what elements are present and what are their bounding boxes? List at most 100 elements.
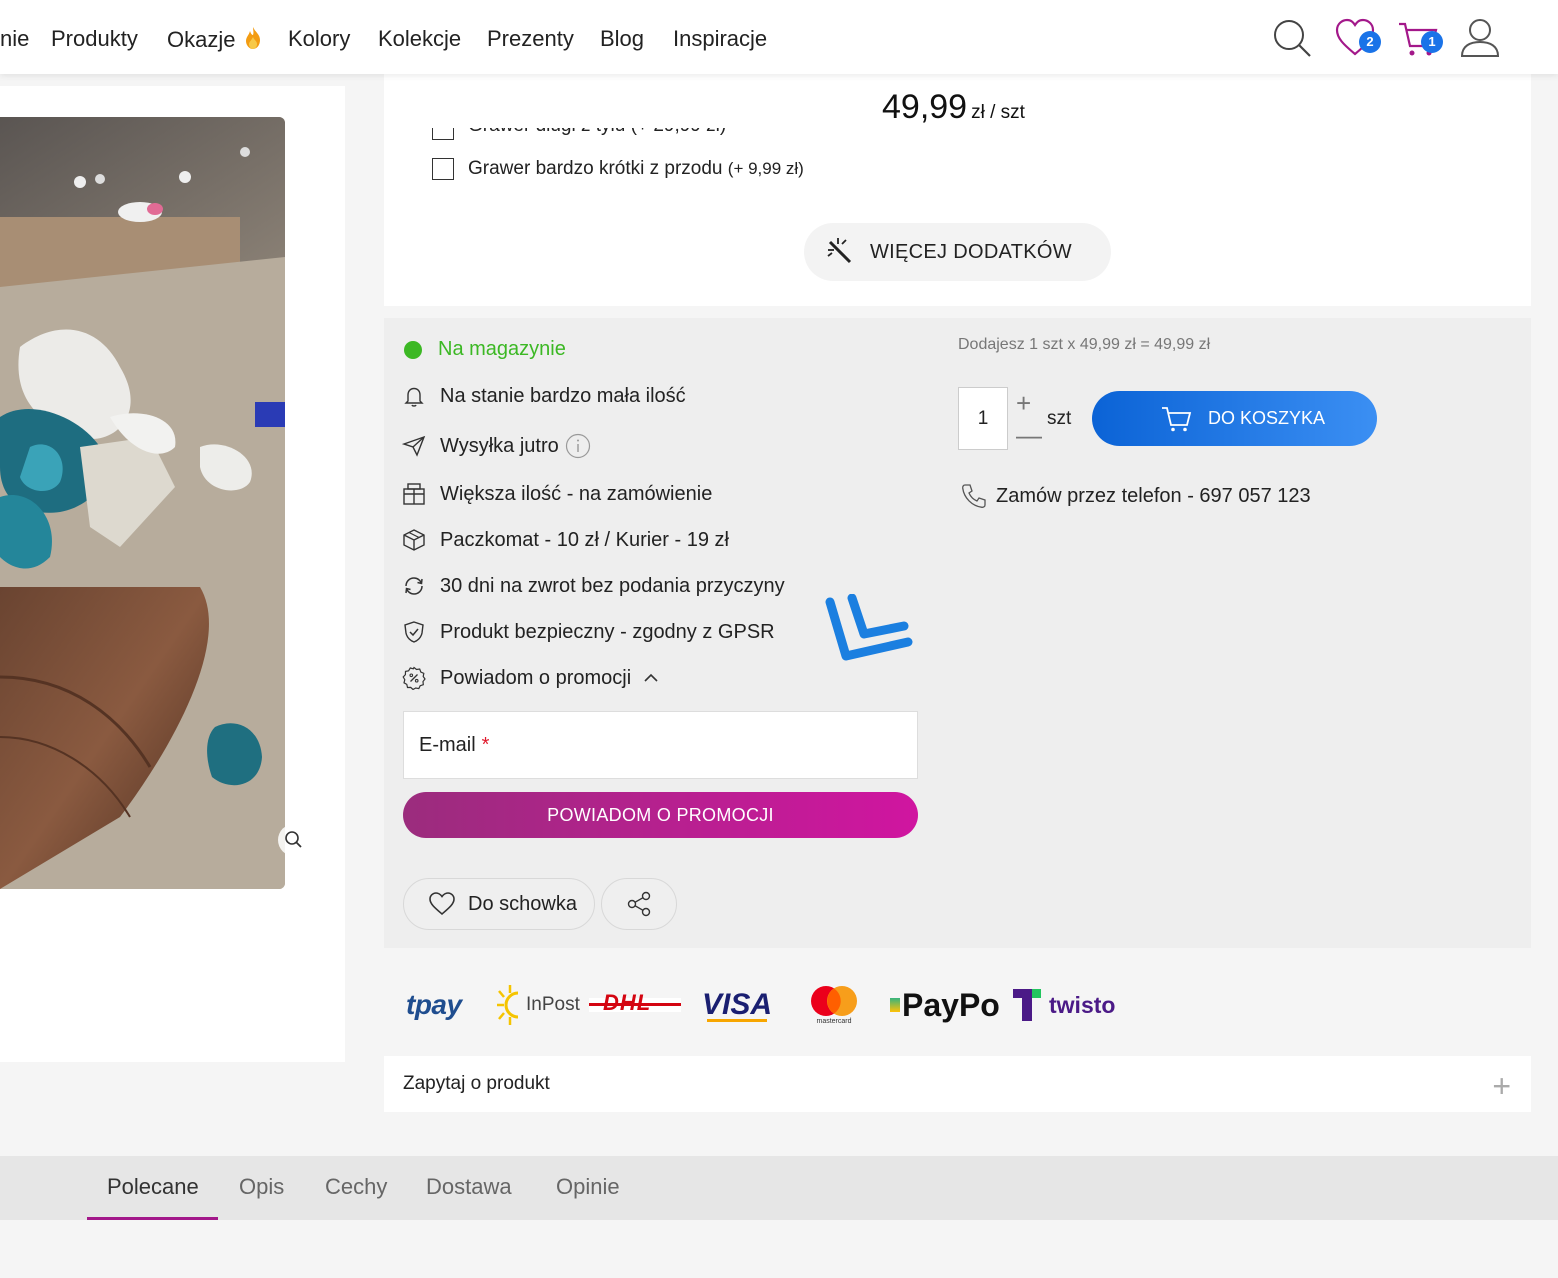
feature-returns: 30 dni na zwrot bez podania przyczyny <box>402 574 785 598</box>
stock-dot-icon <box>404 340 422 359</box>
inpost-sun-icon <box>497 985 519 1025</box>
nav-link-blog[interactable]: Blog <box>600 26 644 52</box>
visa-logo: VISA <box>702 970 772 1040</box>
quantity-unit: szt <box>1047 408 1072 429</box>
tab-opis[interactable]: Opis <box>239 1174 284 1200</box>
nav-link-produkty[interactable]: Produkty <box>51 26 138 52</box>
tab-cechy[interactable]: Cechy <box>325 1174 387 1200</box>
add-to-cart-button[interactable]: DO KOSZYKA <box>1092 391 1377 446</box>
nav-link-prezenty[interactable]: Prezenty <box>487 26 574 52</box>
ask-about-product-label: Zapytaj o produkt <box>403 1073 550 1094</box>
nav-link-okazje[interactable]: Okazje <box>167 26 264 53</box>
price-value: 49,99 <box>882 88 968 126</box>
addon-option-partial-label: Grawer długi z tyłu (+ 29,99 zł) <box>468 128 726 136</box>
feature-shipping: Wysyłka jutro <box>401 433 591 459</box>
active-tab-indicator <box>87 1217 218 1220</box>
paypo-text: PayPo <box>902 986 1000 1023</box>
twisto-t-icon <box>1013 989 1041 1021</box>
visa-stripe <box>707 1019 768 1022</box>
feature-label: Powiadom o promocji <box>440 666 632 689</box>
package-icon <box>402 528 426 552</box>
paypo-logo: PayPo <box>890 970 1000 1040</box>
wishlist-count-badge: 2 <box>1359 31 1381 53</box>
wishlist-button-label: Do schowka <box>468 892 577 915</box>
add-to-cart-label: DO KOSZYKA <box>1208 408 1326 428</box>
feature-label: Większa ilość - na zamówienie <box>440 482 713 505</box>
visa-text: VISA <box>702 988 773 1021</box>
magic-wand-icon <box>827 238 852 264</box>
add-to-wishlist-button[interactable]: Do schowka <box>403 878 595 930</box>
nav-link-kolekcje[interactable]: Kolekcje <box>378 26 461 52</box>
expand-plus-icon[interactable]: + <box>1492 1068 1511 1105</box>
feature-bulk-order: Większa ilość - na zamówienie <box>402 482 712 506</box>
wishlist-icon[interactable]: 2 <box>1333 16 1381 60</box>
search-icon[interactable] <box>1270 16 1314 60</box>
product-tabs: Polecane Opis Cechy Dostawa Opinie <box>0 1156 1558 1220</box>
product-options-card: 49,99zł / szt Grawer długi z tyłu (+ 29,… <box>384 74 1531 306</box>
cart-icon <box>1162 406 1192 431</box>
dhl-text: DHL <box>603 990 652 1015</box>
refresh-icon <box>402 574 426 598</box>
notify-promotion-toggle[interactable]: Powiadom o promocji <box>402 666 659 691</box>
tab-dostawa[interactable]: Dostawa <box>426 1174 512 1200</box>
quantity-input[interactable]: 1 <box>958 387 1008 450</box>
feature-label: 30 dni na zwrot bez podania przyczyny <box>440 574 785 597</box>
addon-checkbox[interactable] <box>432 158 454 180</box>
phone-order-label: Zamów przez telefon - 697 057 123 <box>996 484 1311 507</box>
mastercard-logo: mastercard <box>809 970 859 1040</box>
addon-option-label: Grawer bardzo krótki z przodu <box>468 158 723 180</box>
arrow-pointer-icon <box>825 594 913 661</box>
stock-label: Na magazynie <box>438 338 566 360</box>
tab-polecane[interactable]: Polecane <box>107 1174 199 1200</box>
info-icon[interactable] <box>565 433 591 459</box>
addon-option-price: (+ 9,99 zł) <box>727 159 804 179</box>
feature-low-stock: Na stanie bardzo mała ilość <box>402 384 686 408</box>
nav-link-home[interactable]: nie <box>0 26 29 52</box>
tab-opinie[interactable]: Opinie <box>556 1174 620 1200</box>
share-button[interactable] <box>601 878 677 930</box>
twisto-text: twisto <box>1049 991 1116 1018</box>
nav-link-kolory[interactable]: Kolory <box>288 26 350 52</box>
dhl-logo: DHL <box>589 970 681 1040</box>
required-marker: * <box>481 733 490 756</box>
cart-count-badge: 1 <box>1421 31 1443 53</box>
addon-option-short-engraving[interactable]: Grawer bardzo krótki z przodu (+ 9,99 zł… <box>432 158 804 180</box>
quantity-decrease-button[interactable]: — <box>1016 420 1042 451</box>
nav-link-inspiracje[interactable]: Inspiracje <box>673 26 767 52</box>
quantity-increase-button[interactable]: + <box>1016 388 1031 419</box>
more-addons-label: WIĘCEJ DODATKÓW <box>870 240 1072 263</box>
more-addons-button[interactable]: WIĘCEJ DODATKÓW <box>804 223 1111 281</box>
feature-label: Paczkomat - 10 zł / Kurier - 19 zł <box>440 528 729 551</box>
phone-order[interactable]: Zamów przez telefon - 697 057 123 <box>960 482 1311 510</box>
share-icon <box>627 891 651 917</box>
ask-about-product-accordion[interactable]: Zapytaj o produkt + <box>384 1056 1531 1112</box>
email-label: E-mail <box>419 733 476 756</box>
feature-delivery-cost: Paczkomat - 10 zł / Kurier - 19 zł <box>402 528 729 552</box>
cart-icon[interactable]: 1 <box>1396 16 1443 60</box>
mastercard-text: mastercard <box>816 1018 852 1025</box>
feature-label: Produkt bezpieczny - zgodny z GPSR <box>440 620 775 643</box>
inpost-logo: InPost <box>496 970 580 1040</box>
twisto-logo: twisto <box>1011 970 1115 1040</box>
fire-icon <box>245 27 260 49</box>
feature-label: Wysyłka jutro <box>440 434 559 457</box>
notify-promotion-button[interactable]: POWIADOM O PROMOCJI <box>403 792 918 838</box>
stock-status: Na magazynie <box>402 338 566 361</box>
nav-link-okazje-label: Okazje <box>167 27 236 52</box>
user-account-icon[interactable] <box>1458 16 1502 60</box>
phone-icon <box>962 484 986 508</box>
paypo-mark <box>890 998 900 1012</box>
zoom-icon[interactable] <box>278 824 310 856</box>
tpay-logo: tpay <box>406 989 462 1020</box>
feature-safety: Produkt bezpieczny - zgodny z GPSR <box>402 620 775 644</box>
product-price: 49,99 zł / szt <box>882 88 1025 127</box>
discount-badge-icon <box>402 666 426 691</box>
price-unit: zł / szt <box>971 102 1025 123</box>
bell-icon <box>402 384 426 408</box>
email-input[interactable]: E-mail * <box>403 711 918 779</box>
payment-logos: tpay InPost DHL VISA mastercard PayPo tw… <box>384 970 1144 1040</box>
product-photo[interactable] <box>0 117 285 889</box>
addon-option-partial[interactable]: Grawer długi z tyłu (+ 29,99 zł) <box>432 128 726 150</box>
paper-plane-icon <box>401 434 426 458</box>
addon-checkbox-partial[interactable] <box>432 128 454 140</box>
